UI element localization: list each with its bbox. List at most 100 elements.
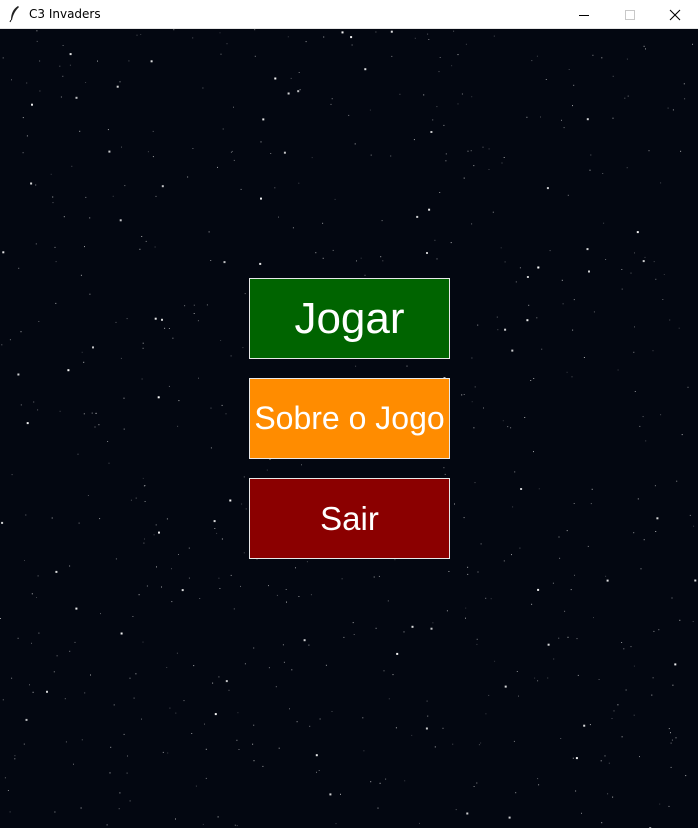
- star: [241, 503, 243, 505]
- star: [624, 97, 626, 99]
- star: [681, 434, 683, 436]
- minimize-button[interactable]: [561, 0, 607, 29]
- star: [216, 532, 218, 534]
- star: [298, 182, 300, 184]
- star: [511, 554, 512, 556]
- star: [152, 130, 154, 132]
- star: [11, 474, 13, 476]
- star: [298, 72, 300, 73]
- star: [311, 157, 313, 159]
- star: [471, 223, 473, 225]
- star: [315, 252, 317, 254]
- play-button[interactable]: Jogar: [249, 278, 450, 359]
- star: [530, 380, 532, 381]
- star: [167, 752, 169, 754]
- star: [120, 632, 123, 635]
- star: [370, 781, 372, 783]
- star: [39, 90, 41, 92]
- star: [518, 695, 519, 697]
- star: [32, 691, 34, 693]
- star: [583, 724, 586, 727]
- star: [89, 293, 91, 295]
- star: [297, 90, 300, 93]
- close-button[interactable]: [652, 0, 698, 29]
- star: [438, 71, 440, 73]
- star: [2, 699, 4, 701]
- about-button[interactable]: Sobre o Jogo: [249, 378, 450, 459]
- star: [512, 506, 514, 508]
- star: [36, 597, 37, 598]
- star: [684, 98, 686, 100]
- star: [94, 426, 96, 428]
- star: [233, 159, 235, 161]
- star: [567, 194, 569, 196]
- star: [507, 426, 509, 428]
- star: [177, 425, 179, 427]
- star: [426, 700, 428, 702]
- star: [142, 477, 144, 479]
- star: [446, 610, 448, 612]
- star: [144, 538, 145, 540]
- star: [59, 65, 61, 67]
- star: [471, 357, 473, 359]
- star: [31, 103, 33, 106]
- star: [252, 743, 254, 745]
- star: [146, 585, 148, 587]
- star: [432, 119, 434, 121]
- star: [210, 407, 212, 409]
- star: [672, 684, 674, 686]
- star: [124, 185, 126, 187]
- star: [230, 574, 232, 576]
- star: [161, 185, 164, 188]
- star: [24, 560, 25, 561]
- star: [577, 674, 579, 676]
- star: [37, 575, 39, 577]
- star: [482, 146, 484, 148]
- star: [571, 376, 573, 378]
- star: [29, 684, 30, 686]
- star: [621, 736, 623, 738]
- quit-button[interactable]: Sair: [249, 478, 450, 559]
- star: [500, 247, 502, 249]
- star: [552, 582, 554, 584]
- star: [210, 260, 212, 261]
- star: [477, 571, 479, 573]
- star: [274, 187, 276, 189]
- star: [254, 29, 256, 31]
- star: [439, 192, 441, 193]
- title-bar[interactable]: C3 Invaders: [0, 0, 698, 29]
- star: [395, 727, 397, 729]
- star: [310, 594, 312, 596]
- maximize-button[interactable]: [607, 0, 653, 29]
- star: [373, 576, 375, 578]
- star: [205, 777, 207, 779]
- star: [660, 414, 662, 416]
- star: [142, 342, 144, 344]
- star: [35, 243, 37, 245]
- star: [478, 744, 480, 746]
- star: [283, 661, 285, 663]
- star: [392, 674, 394, 676]
- star: [626, 167, 628, 169]
- star: [270, 153, 272, 154]
- star: [236, 739, 238, 741]
- star: [319, 718, 321, 720]
- star: [378, 575, 380, 577]
- star: [202, 823, 204, 825]
- star: [290, 77, 292, 79]
- star: [519, 267, 521, 269]
- star: [322, 257, 324, 259]
- star: [123, 733, 125, 735]
- star: [301, 464, 302, 466]
- star: [465, 607, 467, 609]
- star: [639, 756, 640, 758]
- star: [549, 250, 551, 252]
- star: [528, 304, 530, 306]
- star: [445, 153, 447, 155]
- star: [115, 321, 117, 323]
- star: [476, 782, 478, 784]
- star: [260, 197, 262, 200]
- star: [119, 81, 121, 83]
- star: [362, 717, 364, 719]
- star: [502, 420, 504, 422]
